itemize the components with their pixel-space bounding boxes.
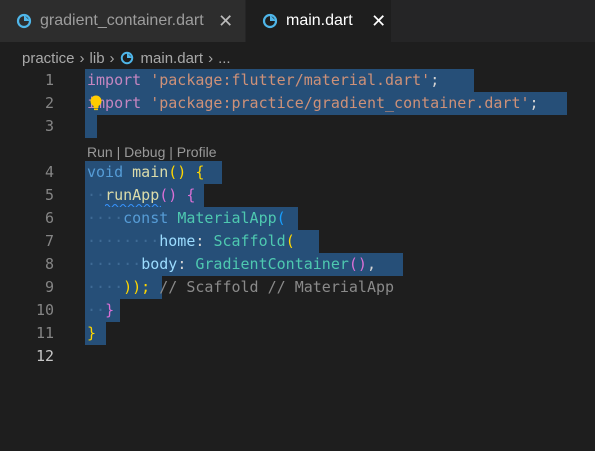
breadcrumb-practice[interactable]: practice	[22, 50, 75, 67]
code-text: ····)); // Scaffold // MaterialApp	[87, 278, 395, 296]
codelens-profile[interactable]: Profile	[177, 144, 217, 160]
line-number: 2	[44, 94, 54, 112]
tab-label: gradient_container.dart	[40, 12, 204, 29]
dart-file-icon	[120, 51, 133, 65]
code-line: 6 ····const MaterialApp(	[0, 207, 595, 230]
code-text: ····const MaterialApp(	[87, 209, 286, 227]
close-icon[interactable]: ✕	[218, 12, 234, 30]
code-text: }	[87, 324, 97, 342]
line-number: 3	[44, 117, 54, 135]
code-text: void main() {	[87, 163, 205, 181]
codelens-debug[interactable]: Debug	[124, 144, 165, 160]
vscode-window: gradient_container.dart ✕ main.dart ✕ pr…	[0, 0, 595, 451]
code-text: ········home: Scaffold(	[87, 232, 295, 250]
lightbulb-icon[interactable]	[88, 94, 104, 112]
breadcrumb: practice › lib › main.dart › ...	[22, 46, 231, 70]
code-line: 4 void main() {	[0, 161, 595, 184]
breadcrumb-lib[interactable]: lib	[90, 50, 105, 67]
code-text: ······body: GradientContainer(),	[87, 255, 376, 273]
breadcrumb-symbols[interactable]: ...	[218, 50, 231, 67]
code-text: import 'package:practice/gradient_contai…	[87, 94, 539, 112]
dart-file-icon	[16, 13, 32, 29]
code-line: 9 ····)); // Scaffold // MaterialApp	[0, 276, 595, 299]
code-line: 12	[0, 345, 595, 368]
line-number: 7	[44, 232, 54, 250]
breadcrumb-separator: ›	[109, 49, 115, 67]
codelens: Run | Debug | Profile	[87, 142, 216, 162]
codelens-separator: |	[112, 144, 125, 160]
line-number: 8	[44, 255, 54, 273]
breadcrumb-file[interactable]: main.dart	[141, 50, 204, 67]
line-number: 1	[44, 71, 54, 89]
close-icon[interactable]: ✕	[371, 12, 387, 30]
codelens-separator: |	[165, 144, 177, 160]
tab-bar-empty-space	[391, 0, 595, 42]
tab-main[interactable]: main.dart ✕	[246, 0, 391, 42]
codelens-run[interactable]: Run	[87, 144, 113, 160]
code-text: import 'package:flutter/material.dart';	[87, 71, 440, 89]
line-number: 5	[44, 186, 54, 204]
line-number: 4	[44, 163, 54, 181]
line-number: 12	[35, 347, 54, 365]
code-line: 11 }	[0, 322, 595, 345]
code-line: 7 ········home: Scaffold(	[0, 230, 595, 253]
code-text: ··}	[87, 301, 115, 319]
code-line: 8 ······body: GradientContainer(),	[0, 253, 595, 276]
breadcrumb-separator: ›	[208, 49, 214, 67]
tab-gradient-container[interactable]: gradient_container.dart ✕	[0, 0, 246, 42]
tab-label: main.dart	[286, 12, 353, 29]
dart-file-icon	[262, 13, 278, 29]
line-number: 11	[35, 324, 54, 342]
code-editor[interactable]: 1 import 'package:flutter/material.dart'…	[0, 69, 595, 451]
tab-bar: gradient_container.dart ✕ main.dart ✕	[0, 0, 595, 42]
code-line: 10 ··}	[0, 299, 595, 322]
code-line: 1 import 'package:flutter/material.dart'…	[0, 69, 595, 92]
code-line: 5 ··runApp() {	[0, 184, 595, 207]
line-number: 6	[44, 209, 54, 227]
line-number: 9	[44, 278, 54, 296]
code-line: 3	[0, 115, 595, 138]
breadcrumb-separator: ›	[79, 49, 85, 67]
line-number: 10	[35, 301, 54, 319]
